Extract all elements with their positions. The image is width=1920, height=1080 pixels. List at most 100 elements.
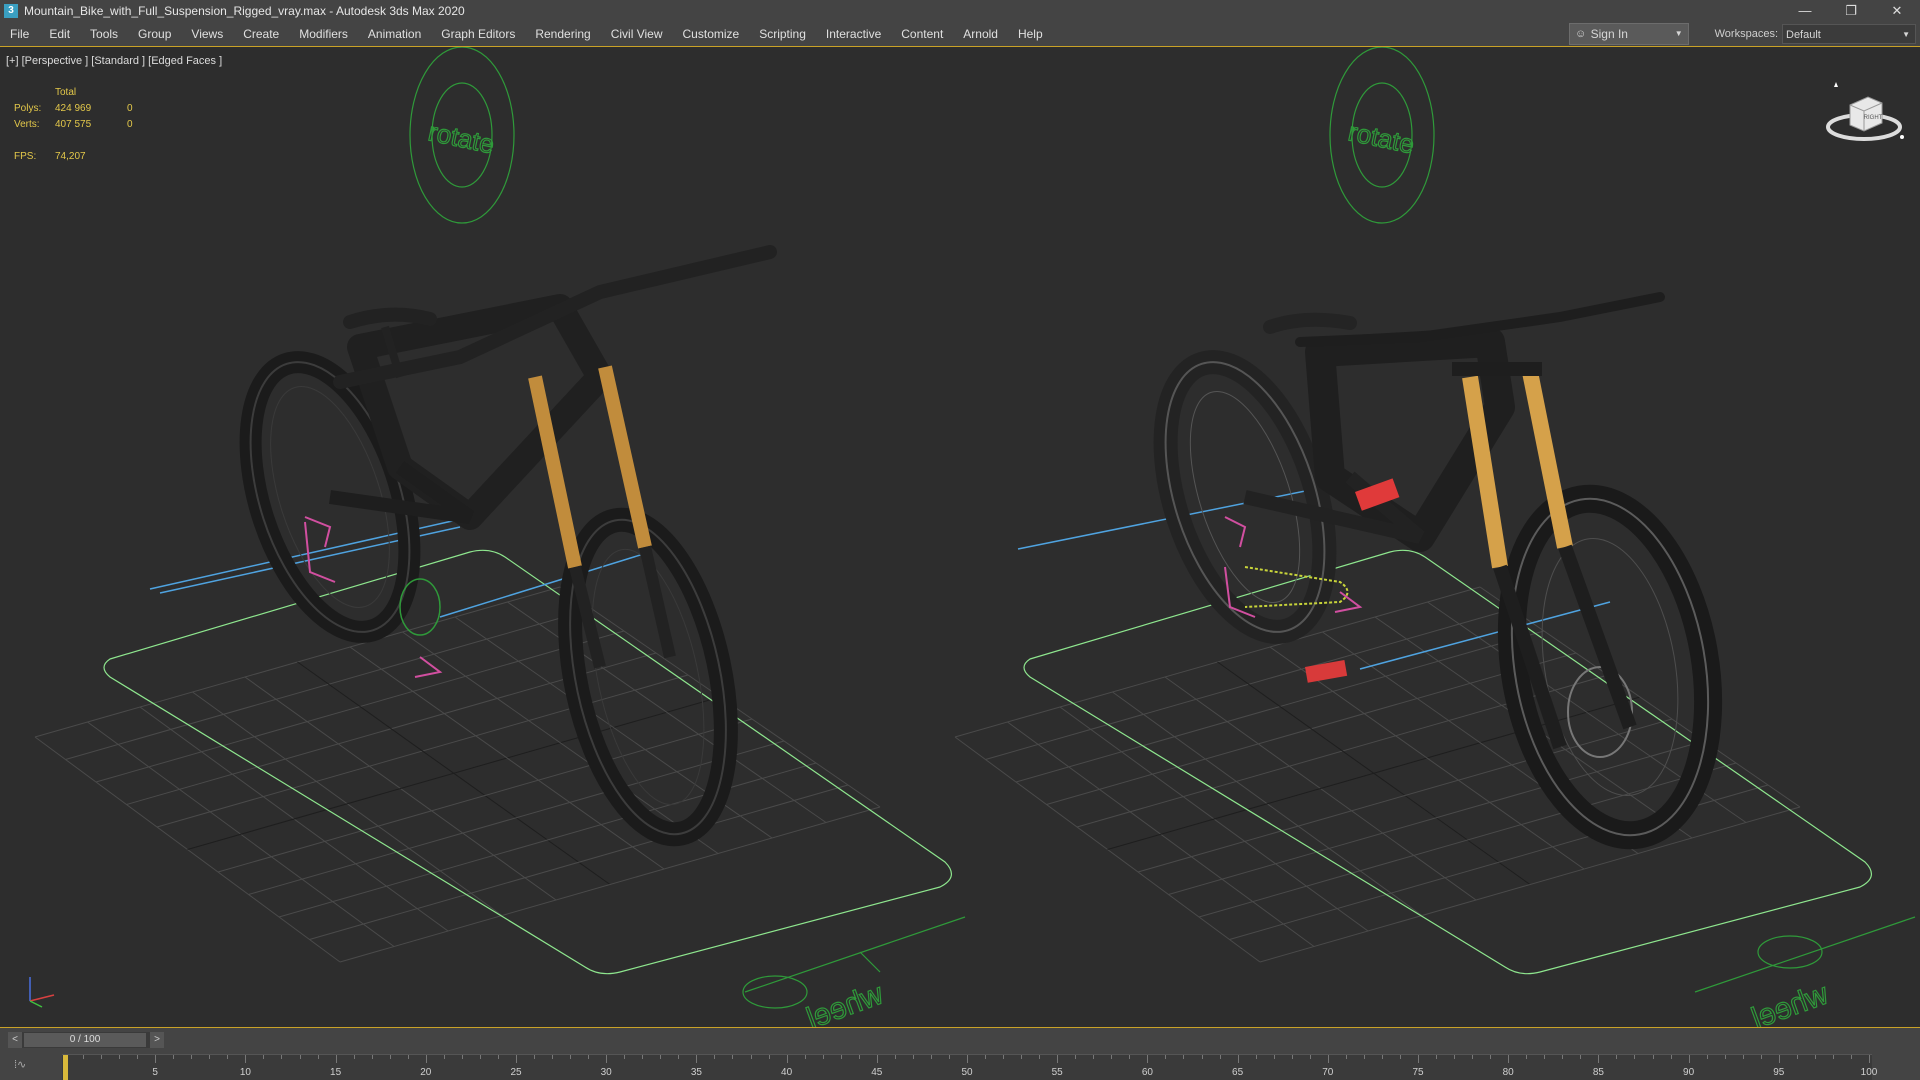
timeline-tick: [1111, 1055, 1113, 1059]
polys-value: 424 969: [55, 103, 92, 114]
timeline-tick: [786, 1055, 788, 1063]
timeline-tick: [1381, 1055, 1383, 1059]
timeline-tick: [461, 1055, 463, 1059]
timeline-tick-label: 55: [1051, 1067, 1063, 1078]
timeline-tick: [317, 1055, 319, 1059]
menu-item-group[interactable]: Group: [128, 22, 181, 46]
timeline-tick: [155, 1055, 157, 1063]
stats-verts-row: Verts: 407 575 0: [14, 117, 147, 133]
menu-item-modifiers[interactable]: Modifiers: [289, 22, 358, 46]
timeline-tick: [912, 1055, 914, 1059]
timeline-tick: [696, 1055, 698, 1063]
timeline-tick: [1075, 1055, 1077, 1059]
menu-item-scripting[interactable]: Scripting: [749, 22, 816, 46]
menu-item-arnold[interactable]: Arnold: [953, 22, 1008, 46]
timeline-tick: [407, 1055, 409, 1059]
menu-item-graph-editors[interactable]: Graph Editors: [431, 22, 525, 46]
timeline-tick-label: 95: [1773, 1067, 1785, 1078]
timeline-tick: [1021, 1055, 1023, 1059]
timeline-tick: [1706, 1055, 1708, 1059]
timeline-tick: [389, 1055, 391, 1059]
timeline-tick: [1544, 1055, 1546, 1059]
sign-in-dropdown[interactable]: ☺ Sign In ▼: [1568, 23, 1689, 45]
restore-button[interactable]: ❐: [1828, 0, 1874, 22]
timeline-tick: [840, 1055, 842, 1059]
menu-item-tools[interactable]: Tools: [80, 22, 128, 46]
timeline-tick: [876, 1055, 878, 1063]
timeline-tick: [1670, 1055, 1672, 1059]
timeline-tick: [1363, 1055, 1365, 1059]
next-frame-button[interactable]: >: [150, 1032, 164, 1048]
timeline-tick: [1562, 1055, 1564, 1059]
wheel-helper-left: wheel: [742, 916, 966, 1027]
timeline-tick-label: 35: [690, 1067, 702, 1078]
workspace-select[interactable]: Default ▼: [1782, 24, 1916, 44]
timeline-tick: [822, 1055, 824, 1059]
perspective-viewport[interactable]: rotate rotate wheel wheel [+] [Perspecti…: [0, 46, 1920, 1028]
timeline-tick: [101, 1055, 103, 1059]
timeline-tick-label: 100: [1860, 1067, 1878, 1078]
axis-tripod-icon: [29, 977, 55, 1008]
timeline-tick-label: 60: [1141, 1067, 1153, 1078]
timeline-tick: [930, 1055, 932, 1059]
timeline-tick: [1147, 1055, 1149, 1063]
time-slider-thumb[interactable]: 0 / 100: [24, 1033, 146, 1047]
menu-item-create[interactable]: Create: [233, 22, 289, 46]
timeline-tick-label: 30: [600, 1067, 612, 1078]
close-button[interactable]: ✕: [1874, 0, 1920, 22]
timeline-tick-label: 80: [1502, 1067, 1514, 1078]
user-icon: ☺: [1575, 28, 1587, 40]
timeline-tick: [425, 1055, 427, 1063]
timeline-tick: [353, 1055, 355, 1059]
timeline-tick: [1634, 1055, 1636, 1059]
home-icon[interactable]: [1834, 82, 1838, 87]
menu-item-animation[interactable]: Animation: [358, 22, 431, 46]
prev-frame-button[interactable]: <: [8, 1032, 22, 1048]
menu-item-civil-view[interactable]: Civil View: [601, 22, 673, 46]
viewport-label[interactable]: [+] [Perspective ] [Standard ] [Edged Fa…: [6, 55, 222, 67]
menu-items: File Edit Tools Group Views Create Modifiers An…: [0, 22, 1569, 46]
menu-item-edit[interactable]: Edit: [39, 22, 80, 46]
timeline-tick: [768, 1055, 770, 1059]
sign-in-label: Sign In: [1590, 27, 1628, 41]
curve-editor-icon[interactable]: ⁞∿: [14, 1058, 50, 1076]
timeline-tick: [967, 1055, 968, 1063]
timeline-tick: [1093, 1055, 1095, 1059]
time-slider[interactable]: < 0 / 100 >: [8, 1032, 164, 1048]
verts-label: Verts:: [14, 119, 40, 130]
timeline-tick: [1273, 1055, 1275, 1059]
menu-item-customize[interactable]: Customize: [673, 22, 750, 46]
fps-label: FPS:: [14, 151, 37, 162]
menu-item-interactive[interactable]: Interactive: [816, 22, 891, 46]
menu-item-help[interactable]: Help: [1008, 22, 1053, 46]
menu-item-content[interactable]: Content: [891, 22, 953, 46]
timeline-tick: [1850, 1055, 1852, 1059]
menu-item-rendering[interactable]: Rendering: [525, 22, 600, 46]
viewcube[interactable]: RIGHT: [1824, 79, 1904, 149]
statistics-overlay: Total Polys: 424 969 0 Verts: 407 575 0 …: [14, 85, 147, 165]
minimize-button[interactable]: —: [1782, 0, 1828, 22]
verts-value: 407 575: [55, 119, 92, 130]
timeline-tick-label: 40: [781, 1067, 793, 1078]
timeline-tick: [1454, 1055, 1456, 1059]
menu-item-views[interactable]: Views: [181, 22, 233, 46]
timeline-tick: [1526, 1055, 1528, 1059]
timeline: < 0 / 100 > ⁞∿ 5 10 15 20 25 30 35 40 45 50 55 60 65…: [0, 1028, 1920, 1080]
timeline-tick: [516, 1055, 517, 1063]
timeline-tick: [858, 1055, 860, 1059]
bike-shaded-right: [1153, 292, 1723, 850]
timeline-tick: [714, 1055, 716, 1059]
timeline-tick: [1255, 1055, 1257, 1059]
timeline-track[interactable]: 5 10 15 20 25 30 35 40 45 50 55 60 65 70 75 80 85 90 95 100: [62, 1054, 1877, 1080]
timeline-tick-label: 70: [1322, 1067, 1334, 1078]
menu-item-file[interactable]: File: [0, 22, 39, 46]
viewport-scene[interactable]: rotate rotate wheel wheel: [0, 47, 1920, 1027]
timeline-tick: [1814, 1055, 1816, 1059]
timeline-tick: [1869, 1055, 1870, 1063]
bike-wireframe-left: [239, 245, 777, 847]
timeline-tick: [299, 1055, 301, 1059]
timeline-tick: [227, 1055, 229, 1059]
timeline-tick: [479, 1055, 481, 1059]
playhead[interactable]: [63, 1055, 68, 1080]
timeline-tick: [1183, 1055, 1185, 1059]
